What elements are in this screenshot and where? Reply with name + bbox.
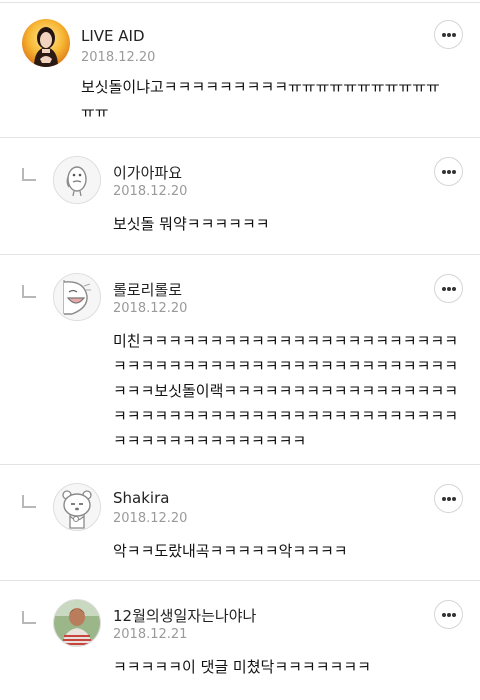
comment-date: 2018.12.20 [113,511,188,526]
reply-arrow-icon [22,168,36,181]
ellipsis-icon [446,32,451,37]
comment-author[interactable]: 이가아파요 [113,162,182,183]
more-options-button[interactable] [434,274,463,303]
ellipsis-icon [446,169,451,174]
comment-feed: LIVE AID 2018.12.20 보싯돌이냐고ㅋㅋㅋㅋㅋㅋㅋㅋㅋㅠㅠㅠㅠㅠ… [0,0,480,700]
more-options-button[interactable] [434,600,463,629]
comment-text: 보싯돌이냐고ㅋㅋㅋㅋㅋㅋㅋㅋㅋㅠㅠㅠㅠㅠㅠㅠㅠㅠㅠㅠㅠㅠ [81,78,440,121]
cartoon-bear-icon[interactable] [53,483,101,531]
comment-author[interactable]: LIVE AID [81,27,145,45]
reply-arrow-icon [22,285,36,298]
reply-item: 이가아파요 2018.12.20 보싯돌 뭐약ㅋㅋㅋㅋㅋㅋ [0,138,480,254]
more-options-button[interactable] [434,157,463,186]
more-options-button[interactable] [434,20,463,49]
comment-text: ㅋㅋㅋㅋㅋ이 댓글 미쳤닥ㅋㅋㅋㅋㅋㅋㅋ [113,658,371,676]
reply-arrow-icon [22,611,36,624]
ellipsis-icon [446,286,451,291]
comment-item: LIVE AID 2018.12.20 보싯돌이냐고ㅋㅋㅋㅋㅋㅋㅋㅋㅋㅠㅠㅠㅠㅠ… [0,3,480,137]
comment-author[interactable]: 롤로리롤로 [113,279,182,300]
comment-date: 2018.12.21 [113,627,188,642]
comment-date: 2018.12.20 [113,301,188,316]
reply-item: Shakira 2018.12.20 악ㅋㅋ도랐내곡ㅋㅋㅋㅋㅋ악ㅋㅋㅋㅋ [0,465,480,580]
ellipsis-icon [446,612,451,617]
comment-text: 보싯돌 뭐약ㅋㅋㅋㅋㅋㅋ [113,215,270,233]
comment-author[interactable]: 12월의생일자는나야나 [113,605,256,626]
reply-arrow-icon [22,495,36,508]
reply-item: 롤로리롤로 2018.12.20 미친ㅋㅋㅋㅋㅋㅋㅋㅋㅋㅋㅋㅋㅋㅋㅋㅋㅋㅋㅋㅋㅋ… [0,255,480,464]
more-options-button[interactable] [434,484,463,513]
profile-photo-woman-icon[interactable] [22,19,70,67]
comment-text: 미친ㅋㅋㅋㅋㅋㅋㅋㅋㅋㅋㅋㅋㅋㅋㅋㅋㅋㅋㅋㅋㅋㅋㅋㅋㅋㅋㅋㅋㅋㅋㅋㅋㅋㅋㅋㅋㅋㅋ… [113,332,459,450]
laughing-character-icon[interactable] [53,273,101,321]
comment-text: 악ㅋㅋ도랐내곡ㅋㅋㅋㅋㅋ악ㅋㅋㅋㅋ [113,542,348,560]
comment-author[interactable]: Shakira [113,489,169,507]
profile-photo-man-icon[interactable] [53,599,101,647]
ellipsis-icon [446,496,451,501]
comment-date: 2018.12.20 [113,184,188,199]
comment-date: 2018.12.20 [81,50,156,65]
reply-item: 12월의생일자는나야나 2018.12.21 ㅋㅋㅋㅋㅋ이 댓글 미쳤닥ㅋㅋㅋㅋ… [0,581,480,700]
cartoon-character-icon[interactable] [53,156,101,204]
